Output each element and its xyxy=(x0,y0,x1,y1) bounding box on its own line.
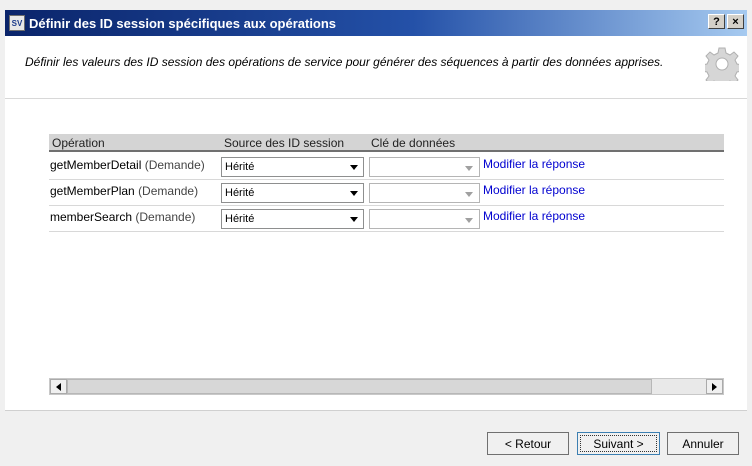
header-description: Définir les valeurs des ID session des o… xyxy=(25,55,664,69)
operation-name: getMemberDetail xyxy=(50,158,142,172)
chevron-down-icon xyxy=(350,217,358,222)
table-row: memberSearch (Demande) Hérité Modifier l… xyxy=(49,206,724,232)
close-button[interactable]: × xyxy=(727,14,744,29)
gear-icon xyxy=(705,47,739,81)
scroll-left-button[interactable] xyxy=(50,379,67,394)
scroll-thumb[interactable] xyxy=(67,379,652,394)
table-row: getMemberDetail (Demande) Hérité Modifie… xyxy=(49,154,724,180)
column-header-source[interactable]: Source des ID session xyxy=(224,136,344,150)
operation-type: (Demande) xyxy=(144,158,205,172)
chevron-down-icon xyxy=(465,192,473,197)
modify-response-link[interactable]: Modifier la réponse xyxy=(483,183,585,197)
content-area: Opération Source des ID session Clé de d… xyxy=(5,98,747,410)
operation-cell: getMemberDetail (Demande) xyxy=(50,158,205,172)
app-icon: SV xyxy=(9,15,25,31)
title-buttons: ? × xyxy=(708,14,744,29)
operation-type: (Demande) xyxy=(135,210,196,224)
data-key-dropdown[interactable] xyxy=(369,183,480,203)
chevron-down-icon xyxy=(465,166,473,171)
title-bar[interactable]: SV Définir des ID session spécifiques au… xyxy=(5,10,747,36)
session-source-dropdown[interactable]: Hérité xyxy=(221,157,364,177)
session-source-dropdown[interactable]: Hérité xyxy=(221,209,364,229)
arrow-left-icon xyxy=(56,382,61,391)
grid-header: Opération Source des ID session Clé de d… xyxy=(49,134,724,152)
dialog-window: SV Définir des ID session spécifiques au… xyxy=(0,0,752,466)
window-title: Définir des ID session spécifiques aux o… xyxy=(29,15,337,31)
wizard-header: Définir les valeurs des ID session des o… xyxy=(5,36,747,98)
operation-cell: memberSearch (Demande) xyxy=(50,210,195,224)
operation-cell: getMemberPlan (Demande) xyxy=(50,184,198,198)
operation-name: getMemberPlan xyxy=(50,184,135,198)
chevron-down-icon xyxy=(350,165,358,170)
back-button[interactable]: < Retour xyxy=(487,432,569,455)
wizard-footer: < Retour Suivant > Annuler xyxy=(5,410,747,466)
modify-response-link[interactable]: Modifier la réponse xyxy=(483,157,585,171)
chevron-down-icon xyxy=(465,218,473,223)
data-key-dropdown[interactable] xyxy=(369,209,480,229)
cancel-button[interactable]: Annuler xyxy=(667,432,739,455)
session-source-value: Hérité xyxy=(225,161,255,173)
modify-response-link[interactable]: Modifier la réponse xyxy=(483,209,585,223)
column-header-key[interactable]: Clé de données xyxy=(371,136,455,150)
horizontal-scrollbar[interactable] xyxy=(49,378,724,395)
column-header-operation[interactable]: Opération xyxy=(52,136,105,150)
chevron-down-icon xyxy=(350,191,358,196)
help-button[interactable]: ? xyxy=(708,14,725,29)
next-button[interactable]: Suivant > xyxy=(577,432,660,455)
operation-type: (Demande) xyxy=(138,184,199,198)
session-source-dropdown[interactable]: Hérité xyxy=(221,183,364,203)
scroll-right-button[interactable] xyxy=(706,379,723,394)
operations-grid: Opération Source des ID session Clé de d… xyxy=(49,134,724,394)
session-source-value: Hérité xyxy=(225,187,255,199)
arrow-right-icon xyxy=(712,382,717,391)
table-row: getMemberPlan (Demande) Hérité Modifier … xyxy=(49,180,724,206)
data-key-dropdown[interactable] xyxy=(369,157,480,177)
session-source-value: Hérité xyxy=(225,213,255,225)
operation-name: memberSearch xyxy=(50,210,133,224)
